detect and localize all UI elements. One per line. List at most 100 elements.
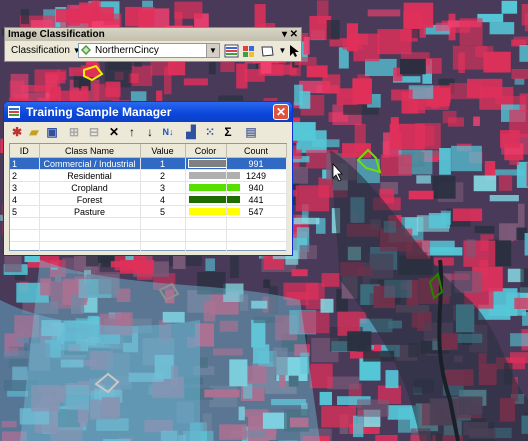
column-header-id[interactable]: ID <box>10 144 40 158</box>
empty-cell <box>140 253 186 255</box>
empty-row <box>10 229 287 242</box>
cell-id[interactable]: 4 <box>10 193 40 206</box>
cell-id[interactable]: 3 <box>10 181 40 194</box>
cell-value[interactable]: 3 <box>140 181 186 194</box>
merge-icon[interactable]: ⊞ <box>67 125 81 139</box>
land-cover-patch <box>473 116 480 126</box>
land-cover-patch <box>319 391 332 406</box>
cell-id[interactable]: 5 <box>10 205 40 218</box>
land-cover-patch <box>174 1 203 19</box>
select-arrow-icon[interactable] <box>287 44 302 58</box>
cell-count[interactable]: 1249 <box>226 169 287 182</box>
toolbar-close-icon[interactable]: ✕ <box>290 28 298 41</box>
empty-cell <box>140 229 186 242</box>
cell-class-name[interactable]: Pasture <box>39 205 141 218</box>
table-row[interactable]: 5 Pasture 5 547 <box>10 205 287 218</box>
cell-value[interactable]: 5 <box>140 205 186 218</box>
column-header-color[interactable]: Color <box>185 144 227 158</box>
cell-id[interactable]: 2 <box>10 169 40 182</box>
empty-cell <box>10 253 40 255</box>
move-up-icon[interactable]: ↑ <box>125 125 139 139</box>
land-cover-patch <box>452 45 488 70</box>
cell-count[interactable]: 441 <box>226 193 287 206</box>
options-icon[interactable]: ▤ <box>244 125 258 139</box>
column-header-value[interactable]: Value <box>140 144 186 158</box>
land-cover-patch <box>380 154 412 176</box>
cell-class-name[interactable]: Cropland <box>39 181 141 194</box>
empty-cell <box>185 253 227 255</box>
table-row[interactable]: 1 Commercial / Industrial 1 991 <box>10 157 287 170</box>
land-cover-patch <box>518 203 525 229</box>
column-header-class-name[interactable]: Class Name <box>39 144 141 158</box>
reset-class-values-icon[interactable]: N↓ <box>161 125 175 139</box>
land-cover-patch <box>321 273 340 287</box>
land-cover-patch <box>91 0 100 20</box>
cell-id[interactable]: 1 <box>10 157 40 170</box>
scatterplots-icon[interactable]: ⁙ <box>203 125 217 139</box>
delete-icon[interactable]: ✕ <box>107 125 121 139</box>
table-row[interactable]: 4 Forest 4 441 <box>10 193 287 206</box>
cell-count[interactable]: 547 <box>226 205 287 218</box>
land-cover-patch <box>312 139 340 148</box>
classification-menu[interactable]: Classification ▼ <box>8 44 84 58</box>
land-cover-patch <box>346 23 358 52</box>
land-cover-patch <box>514 297 528 309</box>
cell-class-name[interactable]: Residential <box>39 169 141 182</box>
cell-value[interactable]: 2 <box>140 169 186 182</box>
layer-select[interactable]: NorthernCincy ▼ <box>78 43 220 58</box>
cell-class-name[interactable]: Commercial / Industrial <box>39 157 141 170</box>
empty-cell <box>39 253 141 255</box>
land-cover-patch <box>434 257 454 266</box>
window-title-bar[interactable]: Training Sample Manager ✕ <box>4 102 292 122</box>
empty-row <box>10 217 287 230</box>
table-row[interactable]: 3 Cropland 3 940 <box>10 181 287 194</box>
land-cover-patch <box>295 185 330 212</box>
open-folder-icon[interactable]: ▰ <box>27 125 41 139</box>
empty-cell <box>10 229 40 242</box>
cell-count[interactable]: 940 <box>226 181 287 194</box>
table-row[interactable]: 2 Residential 2 1249 <box>10 169 287 182</box>
empty-row <box>10 253 287 255</box>
empty-cell <box>226 217 287 230</box>
statistics-icon[interactable]: Σ <box>221 125 235 139</box>
move-down-icon[interactable]: ↓ <box>143 125 157 139</box>
empty-cell <box>140 241 186 254</box>
cell-color[interactable] <box>185 169 241 182</box>
column-header-count[interactable]: Count <box>226 144 287 158</box>
cell-color[interactable] <box>185 181 241 194</box>
land-cover-patch <box>490 169 525 176</box>
close-button[interactable]: ✕ <box>273 104 289 120</box>
cell-value[interactable]: 4 <box>140 193 186 206</box>
land-cover-patch <box>391 89 413 101</box>
training-sample-manager-icon[interactable] <box>224 44 239 58</box>
land-cover-patch <box>432 175 456 199</box>
chevron-down-icon[interactable]: ▼ <box>206 44 219 57</box>
land-cover-patch <box>293 217 320 225</box>
cell-color[interactable] <box>185 193 241 206</box>
land-cover-patch <box>183 78 208 86</box>
save-icon[interactable]: ▣ <box>45 125 59 139</box>
land-cover-patch <box>439 148 451 175</box>
empty-cell <box>185 241 227 254</box>
cell-class-name[interactable]: Forest <box>39 193 141 206</box>
create-signature-icon[interactable] <box>241 44 256 58</box>
land-cover-patch <box>365 58 397 76</box>
empty-row <box>10 241 287 254</box>
land-cover-patch <box>20 9 30 25</box>
split-icon[interactable]: ⊟ <box>87 125 101 139</box>
cell-color[interactable] <box>185 157 241 170</box>
cell-value[interactable]: 1 <box>140 157 186 170</box>
toolbar-dropdown-icon[interactable]: ▾ <box>282 28 287 41</box>
land-cover-patch <box>408 190 434 200</box>
empty-cell <box>39 229 141 242</box>
land-cover-patch <box>55 8 89 23</box>
land-cover-patch <box>499 223 519 241</box>
histograms-icon[interactable]: ▟ <box>184 125 198 139</box>
draw-polygon-icon[interactable] <box>260 44 275 58</box>
cell-color[interactable] <box>185 205 241 218</box>
add-new-class-icon[interactable]: ✱ <box>10 125 24 139</box>
land-cover-patch <box>385 370 399 389</box>
cell-count[interactable]: 991 <box>226 157 287 170</box>
empty-cell <box>226 241 287 254</box>
empty-cell <box>185 217 227 230</box>
